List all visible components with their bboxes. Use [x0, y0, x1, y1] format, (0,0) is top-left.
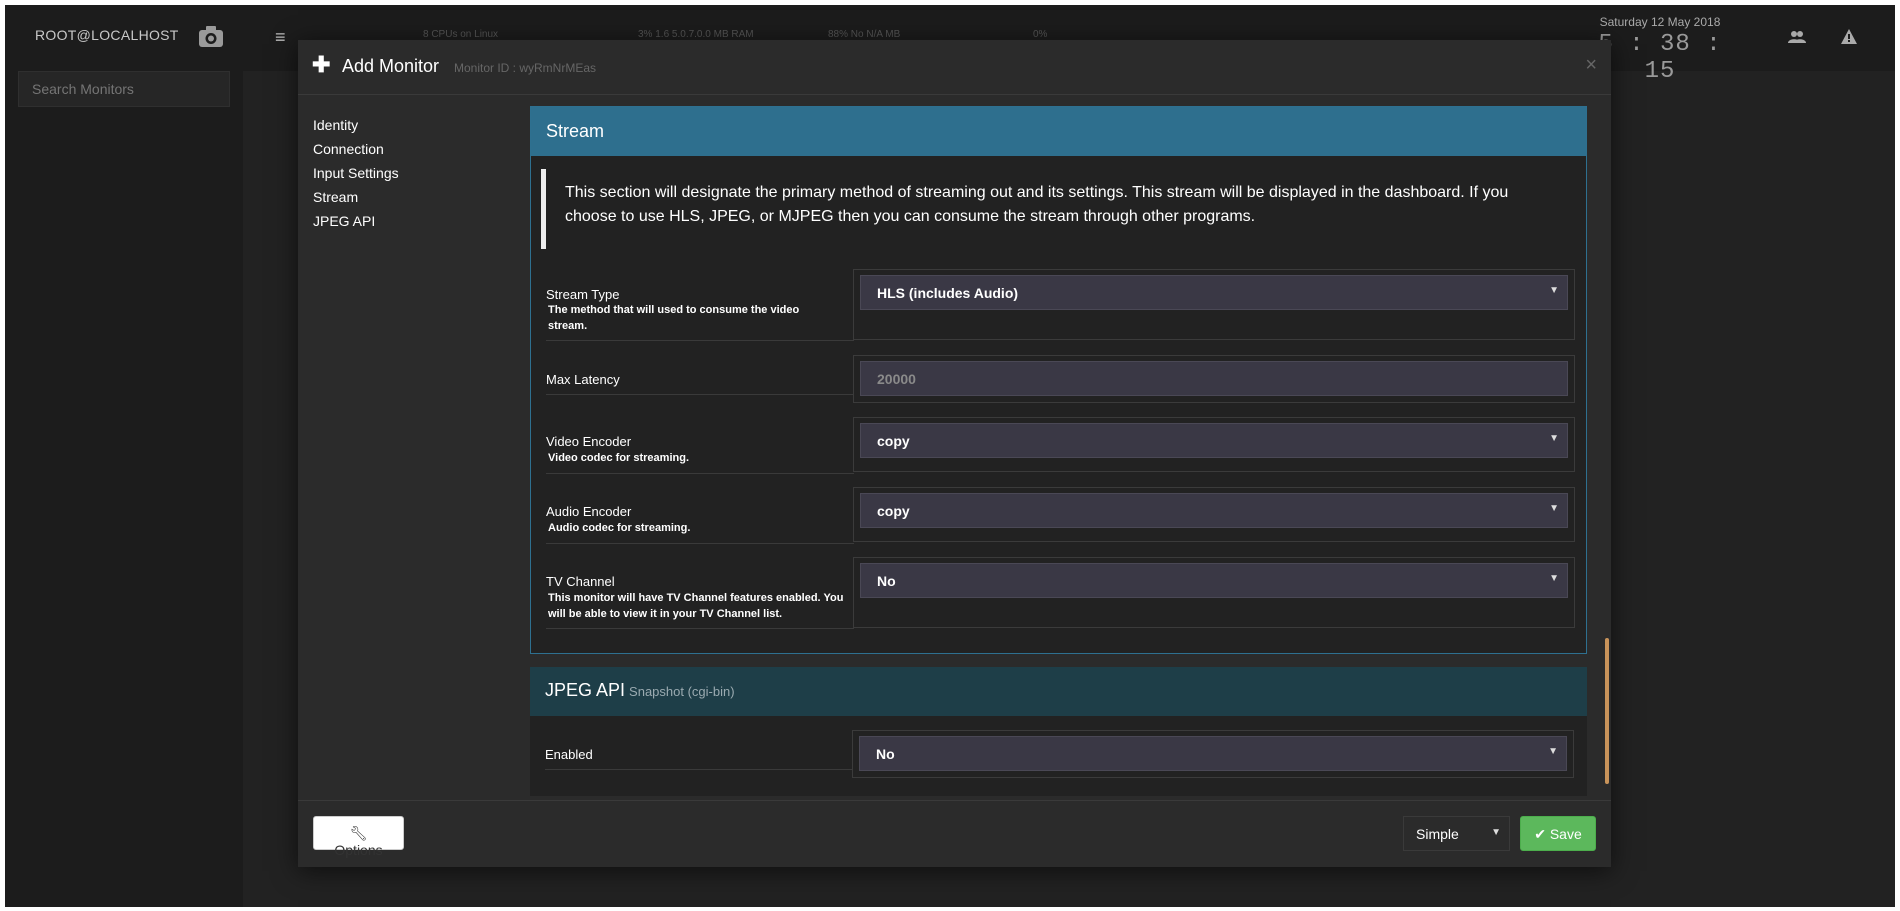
jpeg-enabled-select[interactable]: No ▼	[859, 736, 1567, 771]
search-input[interactable]	[18, 71, 230, 107]
warning-icon[interactable]	[1841, 29, 1857, 44]
modal-body[interactable]: Stream This section will designate the p…	[530, 106, 1589, 796]
app-window: ROOT@LOCALHOST ≡ 8 CPUs on Linux 3% 1.6 …	[5, 5, 1895, 907]
net-info: 0%	[1033, 29, 1048, 40]
monitor-id-label: Monitor ID : wyRmNrMEas	[454, 61, 597, 75]
max-latency-box: 20000	[853, 355, 1575, 403]
options-button[interactable]: 🔧︎ Options	[313, 816, 404, 858]
nav-item-identity[interactable]: Identity	[313, 113, 399, 137]
check-icon: ✔	[1534, 826, 1546, 842]
stream-heading: Stream	[531, 107, 1586, 156]
caret-down-icon: ▼	[1549, 573, 1559, 584]
caret-down-icon: ▼	[1549, 285, 1559, 296]
nav-item-input-settings[interactable]: Input Settings	[313, 161, 399, 185]
jpeg-api-heading: JPEG API	[545, 680, 626, 700]
max-latency-input[interactable]: 20000	[860, 361, 1568, 396]
video-encoder-select[interactable]: copy ▼	[860, 423, 1568, 458]
cpu-info: 8 CPUs on Linux	[423, 29, 499, 40]
modal-header: ✚ Add Monitor Monitor ID : wyRmNrMEas ×	[298, 40, 1611, 95]
caret-down-icon: ▼	[1549, 433, 1559, 444]
video-encoder-row: Video Encoder Video codec for streaming.…	[546, 417, 1575, 474]
caret-down-icon: ▼	[1549, 503, 1559, 514]
jpeg-api-header: JPEG API Snapshot (cgi-bin)	[530, 667, 1587, 716]
stream-panel: Stream This section will designate the p…	[530, 106, 1587, 654]
max-latency-label: Max Latency	[546, 372, 620, 387]
tv-channel-label: TV Channel	[546, 574, 615, 589]
video-encoder-label: Video Encoder	[546, 434, 632, 449]
nav-item-stream[interactable]: Stream	[313, 185, 399, 209]
users-icon[interactable]	[1788, 30, 1806, 44]
max-latency-row: Max Latency 20000	[546, 355, 1575, 403]
jpeg-api-panel: JPEG API Snapshot (cgi-bin) Enabled No ▼	[530, 667, 1587, 796]
audio-encoder-box: copy ▼	[853, 487, 1575, 542]
caret-down-icon: ▼	[1548, 746, 1558, 757]
video-encoder-box: copy ▼	[853, 417, 1575, 472]
jpeg-api-subheading: Snapshot (cgi-bin)	[629, 684, 735, 699]
stream-type-desc: The method that will used to consume the…	[548, 304, 800, 332]
modal-footer: 🔧︎ Options Simple ▼ ✔ Save	[298, 800, 1611, 867]
wrench-icon: 🔧︎	[349, 825, 368, 841]
audio-encoder-label: Audio Encoder	[546, 504, 632, 519]
section-nav: Identity Connection Input Settings Strea…	[313, 113, 399, 233]
plus-icon: ✚	[312, 52, 331, 77]
stream-type-row: Stream Type The method that will used to…	[546, 269, 1575, 341]
nav-item-jpeg-api[interactable]: JPEG API	[313, 209, 399, 233]
close-icon[interactable]: ×	[1585, 54, 1597, 77]
camera-icon[interactable]	[197, 25, 225, 49]
tv-channel-select[interactable]: No ▼	[860, 563, 1568, 598]
ram-info: 3% 1.6 5.0.7.0.0 MB RAM	[638, 29, 754, 40]
mode-select[interactable]: Simple ▼	[1403, 816, 1510, 851]
audio-encoder-row: Audio Encoder Audio codec for streaming.…	[546, 487, 1575, 544]
jpeg-enabled-row: Enabled No ▼	[545, 730, 1574, 778]
disk-info: 88% No N/A MB	[828, 29, 901, 40]
brand-label: ROOT@LOCALHOST	[35, 27, 179, 43]
stream-type-label: Stream Type	[546, 287, 620, 302]
stream-callout: This section will designate the primary …	[541, 169, 1571, 249]
jpeg-enabled-label: Enabled	[545, 747, 593, 762]
tv-channel-desc: This monitor will have TV Channel featur…	[548, 592, 844, 620]
nav-item-connection[interactable]: Connection	[313, 137, 399, 161]
audio-encoder-desc: Audio codec for streaming.	[548, 522, 691, 534]
tv-channel-box: No ▼	[853, 557, 1575, 628]
jpeg-enabled-box: No ▼	[852, 730, 1574, 778]
audio-encoder-select[interactable]: copy ▼	[860, 493, 1568, 528]
scrollbar-thumb[interactable]	[1605, 638, 1609, 784]
modal-title: Add Monitor	[342, 56, 440, 76]
caret-down-icon: ▼	[1491, 827, 1501, 838]
stream-type-box: HLS (includes Audio) ▼	[853, 269, 1575, 340]
tv-channel-row: TV Channel This monitor will have TV Cha…	[546, 557, 1575, 629]
menu-icon[interactable]: ≡	[275, 27, 286, 48]
video-encoder-desc: Video codec for streaming.	[548, 452, 690, 464]
date-label: Saturday 12 May 2018	[1599, 15, 1721, 29]
stream-type-select[interactable]: HLS (includes Audio) ▼	[860, 275, 1568, 310]
add-monitor-modal: ✚ Add Monitor Monitor ID : wyRmNrMEas × …	[298, 40, 1611, 867]
save-button[interactable]: ✔ Save	[1520, 816, 1596, 851]
sidebar: ROOT@LOCALHOST	[5, 5, 243, 907]
